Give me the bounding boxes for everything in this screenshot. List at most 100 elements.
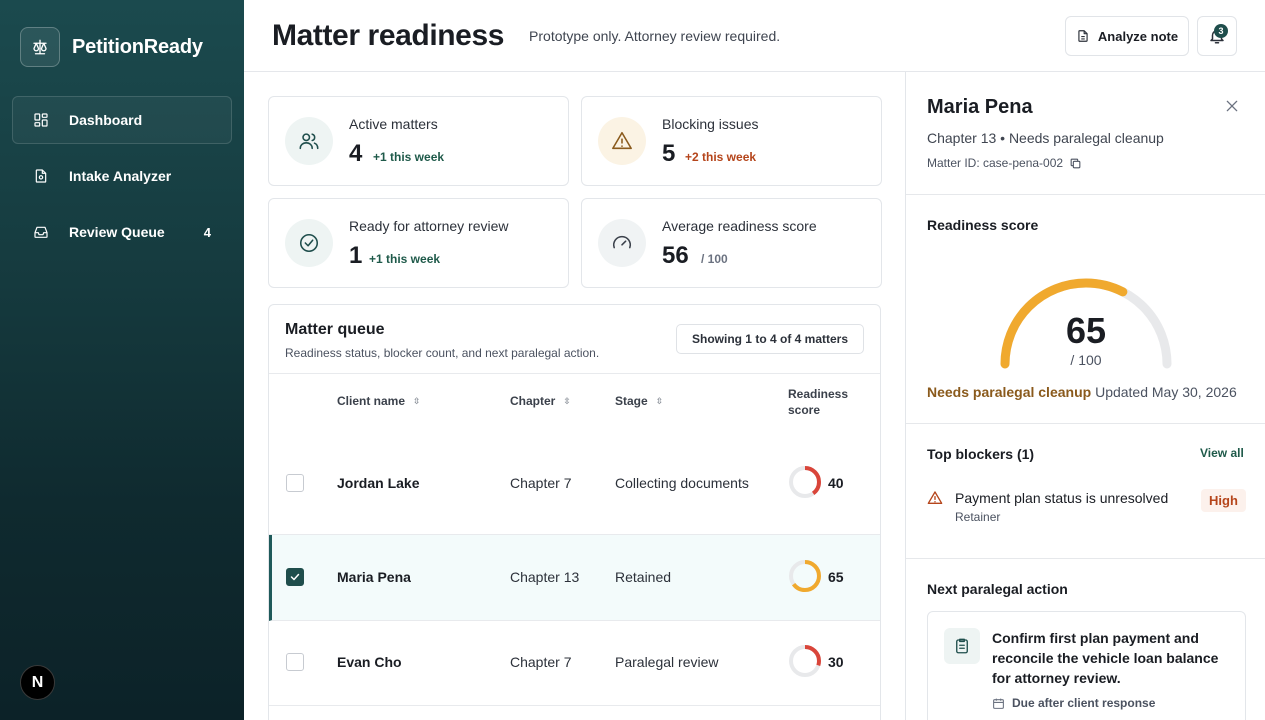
file-icon: [1078, 30, 1088, 42]
sidebar-item-label: Intake Analyzer: [69, 168, 172, 184]
clipboard-icon: [944, 628, 980, 664]
column-client-name[interactable]: Client name ⇳: [337, 394, 421, 408]
sort-icon: ⇳: [563, 395, 571, 406]
stat-delta: +2 this week: [685, 150, 757, 164]
app-name: PetitionReady: [72, 35, 203, 58]
row-checkbox[interactable]: [286, 653, 304, 671]
stat-card-ready-for-review[interactable]: Ready for attorney review 1 +1 this week: [268, 198, 569, 288]
severity-badge: High: [1201, 489, 1246, 512]
divider: [906, 423, 1265, 424]
detail-client-name: Maria Pena: [927, 96, 1033, 118]
score-ring: [789, 645, 821, 677]
readiness-status: Needs paralegal cleanup Updated May 30, …: [927, 384, 1237, 400]
table-row-selected[interactable]: Maria Pena Chapter 13 Retained 65: [269, 535, 880, 621]
analyze-note-label: Analyze note: [1097, 28, 1179, 44]
queue-subtitle: Readiness status, blocker count, and nex…: [285, 346, 600, 360]
stat-card-average-score[interactable]: Average readiness score 56 / 100: [581, 198, 882, 288]
readiness-score-max: / 100: [1070, 352, 1102, 368]
stage: Collecting documents: [615, 475, 749, 491]
copy-icon[interactable]: [1069, 157, 1082, 170]
stat-value: 56: [662, 242, 689, 269]
users-icon: [285, 117, 333, 165]
notifications-button[interactable]: 3: [1197, 16, 1237, 56]
client-name: Jordan Lake: [337, 475, 420, 491]
column-stage[interactable]: Stage ⇳: [615, 394, 663, 408]
column-label: Stage: [615, 394, 648, 408]
view-all-link[interactable]: View all: [1200, 446, 1244, 460]
blocker-category: Retainer: [955, 510, 1001, 524]
notification-count-badge: 3: [1214, 24, 1228, 38]
next-logo-icon[interactable]: N: [20, 665, 55, 700]
chapter: Chapter 7: [510, 475, 572, 491]
stat-delta: +1 this week: [369, 252, 441, 266]
warning-icon: [598, 117, 646, 165]
pagination-summary: Showing 1 to 4 of 4 matters: [676, 324, 864, 354]
dashboard-icon: [33, 112, 49, 128]
gauge-icon: [598, 219, 646, 267]
sidebar-item-intake-analyzer[interactable]: Intake Analyzer: [12, 152, 232, 200]
divider: [906, 194, 1265, 195]
readiness-heading: Readiness score: [927, 217, 1039, 233]
analyze-note-button[interactable]: Analyze note: [1065, 16, 1189, 56]
score-value: 65: [828, 569, 844, 585]
chapter: Chapter 7: [510, 654, 572, 670]
readiness-score-value: 65: [1065, 310, 1107, 351]
column-chapter[interactable]: Chapter ⇳: [510, 394, 571, 408]
check-circle-icon: [285, 219, 333, 267]
next-action-card[interactable]: Confirm first plan payment and reconcile…: [927, 611, 1246, 720]
score-value: 40: [828, 475, 844, 491]
check-icon: [290, 573, 300, 581]
review-queue-count: 4: [203, 224, 211, 240]
stat-label: Average readiness score: [662, 218, 817, 234]
stage: Retained: [615, 569, 672, 585]
column-readiness-score[interactable]: Readiness score: [788, 386, 868, 418]
stage: Paralegal review: [615, 654, 719, 670]
column-label: Readiness score: [788, 387, 849, 417]
detail-meta: Chapter 13 • Needs paralegal cleanup: [927, 130, 1164, 146]
next-action-text: Confirm first plan payment and reconcile…: [992, 630, 1219, 686]
brand[interactable]: PetitionReady: [20, 27, 203, 67]
client-name: Maria Pena: [337, 569, 411, 585]
column-label: Chapter: [510, 394, 556, 408]
stat-card-blocking-issues[interactable]: Blocking issues 5 +2 this week: [581, 96, 882, 186]
close-icon[interactable]: [1224, 98, 1240, 114]
calendar-icon: [993, 698, 1004, 709]
sidebar: PetitionReady Dashboard Intake Analyzer …: [0, 0, 244, 720]
sort-icon: ⇳: [655, 395, 664, 406]
row-checkbox-checked[interactable]: [286, 568, 304, 586]
page-header: Matter readiness Prototype only. Attorne…: [244, 0, 1265, 72]
table-row[interactable]: Evan Cho Chapter 7 Paralegal review 30: [269, 620, 880, 706]
sort-icon: ⇳: [413, 395, 421, 406]
stat-value: 5: [662, 140, 676, 167]
document-icon: [33, 168, 49, 184]
stat-label: Active matters: [349, 116, 438, 132]
sidebar-item-dashboard[interactable]: Dashboard: [12, 96, 232, 144]
updated-date: Updated May 30, 2026: [1095, 384, 1237, 400]
table-row[interactable]: Jordan Lake Chapter 7 Collecting documen…: [269, 431, 880, 535]
stat-card-active-matters[interactable]: Active matters 4 +1 this week: [268, 96, 569, 186]
score-ring: [789, 560, 821, 592]
matter-id-text: Matter ID: case-pena-002: [927, 156, 1064, 170]
matter-queue-panel: Matter queue Readiness status, blocker c…: [268, 304, 881, 720]
stat-delta: / 100: [701, 252, 728, 266]
next-action-heading: Next paralegal action: [927, 581, 1068, 597]
due-info: Due after client response: [992, 696, 1155, 710]
stat-label: Blocking issues: [662, 116, 759, 132]
column-label: Client name: [337, 394, 406, 408]
chapter: Chapter 13: [510, 569, 580, 585]
sidebar-item-review-queue[interactable]: Review Queue 4: [12, 208, 232, 256]
stat-value: 1: [349, 242, 363, 269]
score-ring: [789, 466, 821, 498]
row-checkbox[interactable]: [286, 474, 304, 492]
sidebar-nav: Dashboard Intake Analyzer Review Queue 4: [12, 96, 232, 264]
page-subtitle: Prototype only. Attorney review required…: [529, 27, 781, 44]
client-name: Evan Cho: [337, 654, 402, 670]
table-header: Client name ⇳ Chapter ⇳ Stage ⇳ Readiness s…: [269, 373, 880, 431]
blocker-title[interactable]: Payment plan status is unresolved: [955, 490, 1168, 506]
stat-value: 4: [349, 140, 363, 167]
matter-detail-panel: Maria Pena Chapter 13 • Needs paralegal …: [905, 72, 1265, 720]
due-text: Due after client response: [1012, 696, 1156, 710]
inbox-icon: [33, 224, 49, 240]
page-title: Matter readiness: [272, 18, 505, 52]
warning-icon: [927, 491, 943, 504]
